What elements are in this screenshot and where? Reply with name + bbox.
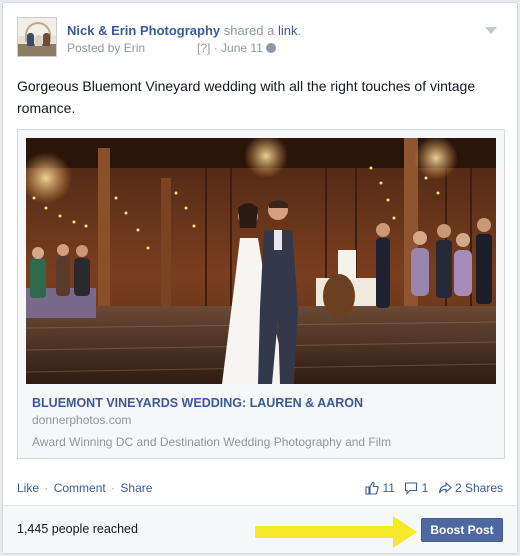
comments-count-group[interactable]: 1: [404, 481, 431, 495]
share-link[interactable]: Share: [120, 481, 152, 495]
like-link[interactable]: Like: [17, 481, 39, 495]
post-actions: Like · Comment · Share: [17, 481, 152, 495]
separator: ·: [44, 481, 49, 495]
post-header: Nick & Erin Photography shared a link. P…: [17, 17, 497, 63]
separator: ·: [111, 481, 116, 495]
comment-link[interactable]: Comment: [54, 481, 106, 495]
link-word[interactable]: link: [278, 23, 298, 38]
share-arrow-icon: [438, 481, 452, 494]
post-card: Nick & Erin Photography shared a link. P…: [2, 2, 518, 554]
globe-icon[interactable]: [265, 43, 276, 53]
page-avatar[interactable]: [17, 17, 57, 57]
link-preview-image[interactable]: [26, 138, 496, 384]
post-footer: 1,445 people reached Boost Post: [3, 505, 517, 553]
thumbs-up-icon: [365, 481, 379, 495]
reach-count[interactable]: 1,445 people reached: [17, 522, 138, 536]
comment-icon: [405, 482, 418, 495]
post-stats: 11 1 2 Shares: [359, 481, 503, 495]
likes-count-group[interactable]: 11: [365, 481, 398, 495]
page-name-link[interactable]: Nick & Erin Photography: [67, 23, 220, 38]
post-date[interactable]: · June 11: [210, 41, 263, 55]
link-preview[interactable]: BLUEMONT VINEYARDS WEDDING: LAUREN & AAR…: [17, 129, 505, 459]
posted-by: Posted by Erin: [67, 41, 146, 55]
shared-text: shared a: [220, 23, 278, 38]
comments-count: 1: [421, 481, 429, 495]
post-message: Gorgeous Bluemont Vineyard wedding with …: [17, 78, 476, 116]
boost-post-button[interactable]: Boost Post: [421, 518, 503, 542]
shares-count: 2 Shares: [454, 481, 503, 495]
privacy-tag[interactable]: [?]: [197, 41, 210, 55]
period: .: [297, 23, 302, 38]
shares-count-group[interactable]: 2 Shares: [438, 481, 503, 495]
link-preview-description: Award Winning DC and Destination Wedding…: [32, 435, 392, 449]
arrow-right-icon: [255, 516, 417, 548]
post-meta: Posted by Erin [?] · June 11: [67, 41, 276, 55]
likes-count: 11: [382, 481, 395, 495]
link-preview-title[interactable]: BLUEMONT VINEYARDS WEDDING: LAUREN & AAR…: [32, 396, 363, 410]
post-attribution: Nick & Erin Photography shared a link.: [67, 23, 301, 38]
link-preview-domain: donnerphotos.com: [32, 413, 132, 427]
chevron-down-icon[interactable]: [485, 27, 497, 34]
